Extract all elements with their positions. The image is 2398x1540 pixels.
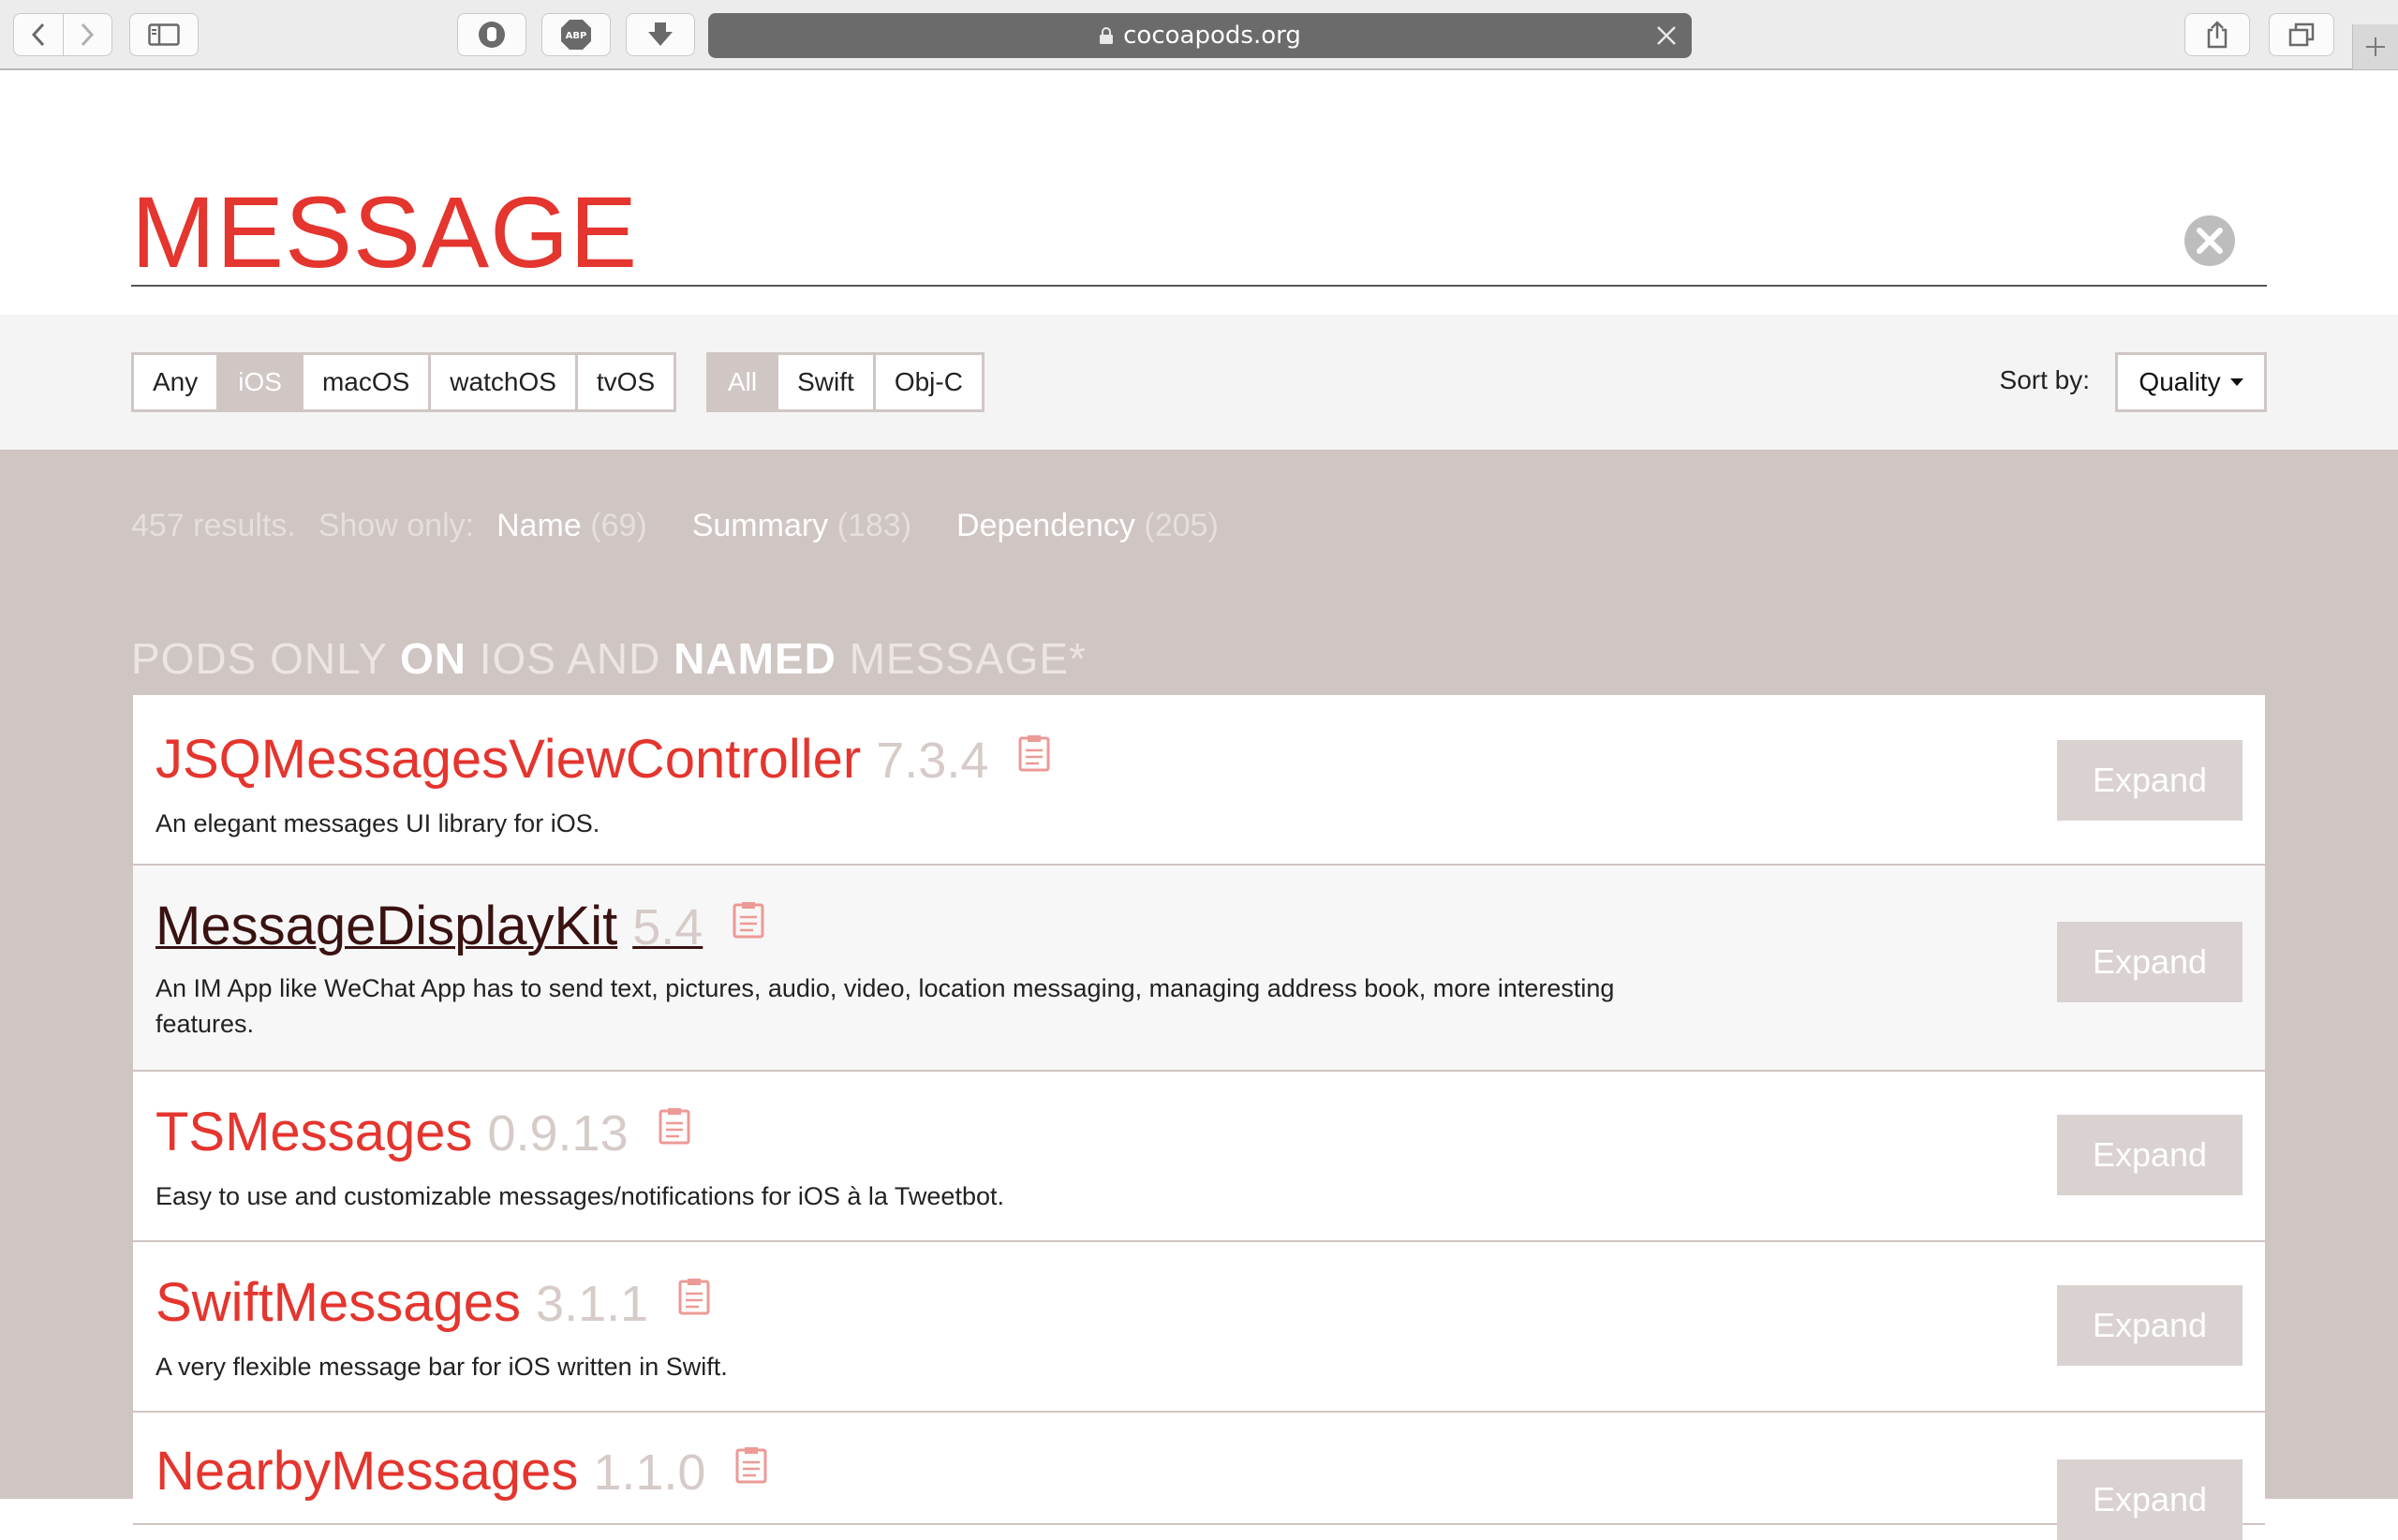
platform-option-tvos[interactable]: tvOS	[577, 355, 674, 409]
pod-version: 5.4	[632, 899, 703, 955]
heading-part: MESSAGE*	[836, 634, 1087, 683]
pod-version: 7.3.4	[876, 733, 989, 789]
share-icon	[2207, 21, 2228, 49]
sidebar-button[interactable]	[129, 13, 199, 56]
pod-description: A very flexible message bar for iOS writ…	[155, 1353, 728, 1381]
tabs-overview-button[interactable]	[2269, 13, 2334, 56]
pod-version: 3.1.1	[536, 1276, 649, 1332]
pod-row: TSMessages 0.9.13 Easy to use and customi…	[133, 1072, 2265, 1242]
pod-description: An elegant messages UI library for iOS.	[155, 809, 600, 837]
address-text: cocoapods.org	[1123, 22, 1301, 50]
heading-part: IOS AND	[466, 634, 674, 683]
sidebar-icon	[148, 23, 180, 46]
pod-name-link[interactable]: JSQMessagesViewController	[155, 729, 861, 790]
pod-row: NearbyMessages 1.1.0 Expand	[133, 1413, 2265, 1540]
expand-button[interactable]: Expand	[2057, 922, 2243, 1002]
expand-button[interactable]: Expand	[2057, 740, 2243, 821]
filter-link-name[interactable]: Name (69)	[496, 508, 647, 544]
platform-option-macos[interactable]: macOS	[303, 355, 429, 409]
filter-name-label: Name	[496, 508, 582, 543]
new-tab-button[interactable]	[2352, 24, 2398, 69]
forward-button[interactable]	[63, 14, 111, 55]
pod-row: SwiftMessages 3.1.1 A very flexible messa…	[133, 1242, 2265, 1413]
pod-list: JSQMessagesViewController 7.3.4 An elegan…	[133, 695, 2265, 1540]
tabs-icon	[2288, 22, 2315, 47]
pod-row: MessageDisplayKit 5.4 An IM App like WeCh…	[133, 866, 2265, 1072]
plus-icon	[2366, 37, 2385, 56]
platform-option-any[interactable]: Any	[134, 355, 217, 409]
filter-name-count: (69)	[590, 508, 647, 543]
platform-option-ios[interactable]: iOS	[219, 355, 301, 409]
platform-filter: Any iOS macOS watchOS tvOS	[131, 352, 677, 412]
pod-version: 0.9.13	[487, 1105, 629, 1162]
pod-description: Easy to use and customizable messages/no…	[155, 1182, 1004, 1210]
expand-button[interactable]: Expand	[2057, 1285, 2243, 1366]
pod-title: SwiftMessages 3.1.1	[155, 1276, 710, 1330]
close-circle-icon	[2184, 215, 2235, 266]
pod-name-link[interactable]: NearbyMessages	[155, 1441, 578, 1502]
filter-summary-count: (183)	[836, 508, 912, 543]
expand-button[interactable]: Expand	[2057, 1115, 2243, 1195]
heading-part: PODS ONLY	[131, 634, 400, 683]
adblock-icon: ABP	[561, 20, 591, 50]
sort-select[interactable]: Quality	[2115, 352, 2267, 412]
filter-dependency-label: Dependency	[956, 508, 1135, 543]
pod-title: NearbyMessages 1.1.0	[155, 1444, 767, 1499]
adblock-button[interactable]: ABP	[541, 13, 611, 56]
pod-title: TSMessages 0.9.13	[155, 1105, 690, 1160]
nav-buttons	[13, 13, 112, 56]
language-option-swift[interactable]: Swift	[778, 355, 873, 409]
pod-name-link[interactable]: TSMessages	[155, 1102, 472, 1162]
pod-name-link[interactable]: MessageDisplayKit	[155, 896, 617, 956]
pod-description: An IM App like WeChat App has to send te…	[155, 974, 1615, 1038]
lock-icon	[1099, 26, 1114, 45]
chevron-right-icon	[81, 22, 95, 47]
chevron-left-icon	[31, 22, 44, 47]
privacy-extension-button[interactable]	[457, 13, 526, 56]
results-count: 457 results.	[131, 508, 296, 543]
address-bar[interactable]: cocoapods.org	[708, 13, 1692, 58]
results-heading: PODS ONLY ON IOS AND NAMED MESSAGE*	[131, 633, 1087, 684]
filter-summary-label: Summary	[691, 508, 829, 543]
search-input[interactable]: MESSAGE	[131, 182, 638, 283]
pod-name-link[interactable]: SwiftMessages	[155, 1272, 521, 1333]
clear-search-button[interactable]	[2183, 214, 2237, 272]
search-field[interactable]: MESSAGE	[131, 169, 2267, 287]
pod-row: JSQMessagesViewController 7.3.4 An elegan…	[133, 695, 2265, 866]
sort-value: Quality	[2139, 367, 2221, 396]
results-summary: 457 results. Show only: Name (69) Summar…	[131, 508, 1219, 544]
heading-part: NAMED	[674, 634, 836, 683]
platform-option-watchos[interactable]: watchOS	[431, 355, 575, 409]
pod-title: JSQMessagesViewController 7.3.4	[155, 733, 1050, 787]
clipboard-icon[interactable]	[659, 1100, 690, 1154]
caret-down-icon	[2229, 378, 2243, 386]
pod-title: MessageDisplayKit 5.4	[155, 899, 764, 954]
filter-link-dependency[interactable]: Dependency (205)	[956, 508, 1219, 544]
heading-part: ON	[399, 634, 466, 683]
expand-button[interactable]: Expand	[2057, 1459, 2243, 1540]
download-icon	[648, 22, 673, 46]
filter-dependency-count: (205)	[1144, 508, 1219, 543]
share-button[interactable]	[2184, 13, 2250, 56]
clipboard-icon[interactable]	[735, 1439, 767, 1493]
svg-text:ABP: ABP	[566, 31, 587, 41]
downloads-button[interactable]	[626, 13, 695, 56]
back-button[interactable]	[14, 14, 63, 55]
clipboard-icon[interactable]	[733, 894, 764, 948]
hand-stop-icon	[479, 22, 505, 48]
show-only-label: Show only:	[318, 508, 475, 543]
language-filter: All Swift Obj-C	[706, 352, 984, 412]
pod-version: 1.1.0	[593, 1444, 706, 1501]
results-section: 457 results. Show only: Name (69) Summar…	[0, 450, 2398, 1540]
filter-bar: Any iOS macOS watchOS tvOS All Swift Obj…	[0, 315, 2398, 450]
language-option-all[interactable]: All	[709, 355, 777, 409]
language-option-objc[interactable]: Obj-C	[875, 355, 982, 409]
stop-loading-icon[interactable]	[1656, 24, 1677, 52]
clipboard-icon[interactable]	[678, 1270, 710, 1325]
browser-toolbar: ABP cocoapods.org	[0, 0, 2398, 70]
sort-label: Sort by:	[1999, 365, 2090, 394]
filter-link-summary[interactable]: Summary (183)	[692, 508, 911, 544]
clipboard-icon[interactable]	[1018, 727, 1050, 781]
